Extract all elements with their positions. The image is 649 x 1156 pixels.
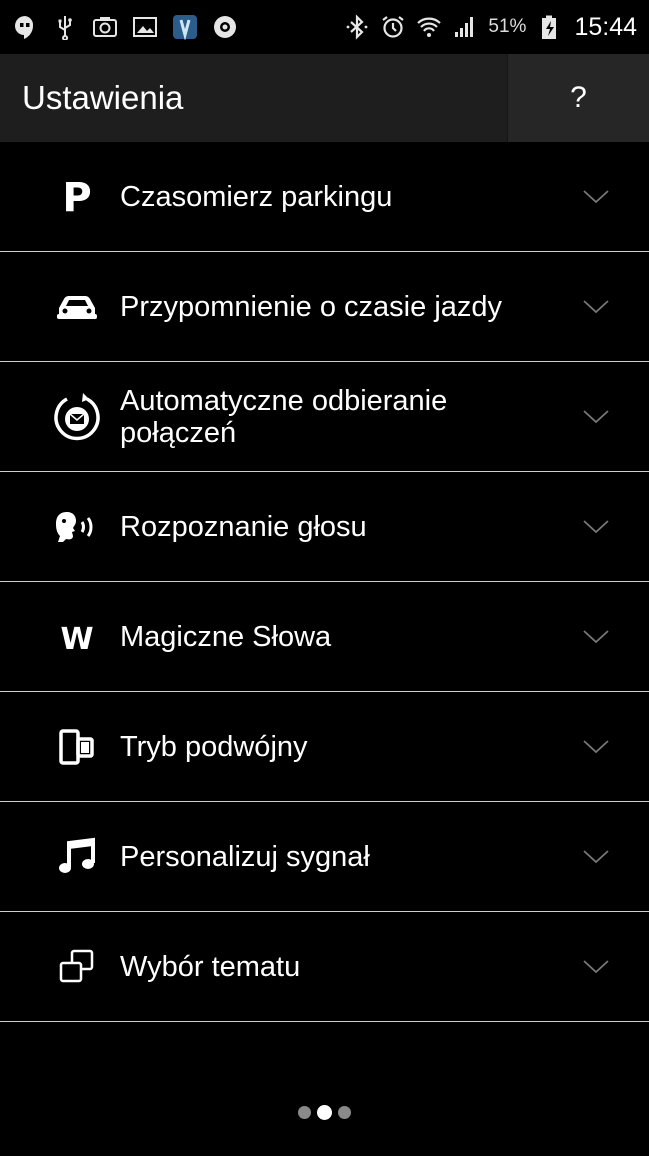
battery-charging-icon bbox=[536, 14, 562, 40]
parking-icon: P bbox=[47, 167, 107, 227]
page-title: Ustawienia bbox=[22, 79, 184, 116]
theme-icon bbox=[47, 937, 107, 997]
svg-text:W: W bbox=[60, 622, 93, 655]
page-indicator bbox=[0, 1105, 649, 1120]
chevron-down-icon bbox=[583, 409, 609, 423]
voice-recognition-icon bbox=[47, 497, 107, 557]
setting-label: Wybór tematu bbox=[120, 950, 301, 983]
chevron-down-icon bbox=[583, 519, 609, 533]
status-left-icons bbox=[12, 14, 344, 40]
setting-label: Czasomierz parkingu bbox=[120, 180, 393, 213]
setting-parking-timer[interactable]: P Czasomierz parkingu bbox=[0, 142, 649, 252]
settings-list: P Czasomierz parkingu Przypomnienie o cz… bbox=[0, 142, 649, 1022]
bluetooth-icon bbox=[344, 14, 370, 40]
setting-magic-words[interactable]: W Magiczne Słowa bbox=[0, 582, 649, 692]
setting-dual-mode[interactable]: Tryb podwójny bbox=[0, 692, 649, 802]
gallery-icon bbox=[132, 14, 158, 40]
page-dot-active[interactable] bbox=[317, 1105, 332, 1120]
setting-driving-reminder[interactable]: Przypomnienie o czasie jazdy bbox=[0, 252, 649, 362]
chevron-down-icon bbox=[583, 299, 609, 313]
wifi-icon bbox=[416, 14, 442, 40]
chevron-down-icon bbox=[583, 849, 609, 863]
chevron-down-icon bbox=[583, 739, 609, 753]
usb-icon bbox=[52, 14, 78, 40]
chevron-down-icon bbox=[583, 959, 609, 973]
setting-voice-recognition[interactable]: Rozpoznanie głosu bbox=[0, 472, 649, 582]
setting-auto-answer[interactable]: Automatyczne odbieranie połączeń bbox=[0, 362, 649, 472]
battery-percent: 51% bbox=[488, 16, 527, 37]
setting-label: Automatyczne odbieranie połączeń bbox=[120, 384, 448, 449]
app-bar: Ustawienia ? bbox=[0, 54, 649, 142]
setting-label: Magiczne Słowa bbox=[120, 620, 332, 653]
setting-label: Przypomnienie o czasie jazdy bbox=[120, 290, 503, 323]
car-icon bbox=[47, 277, 107, 337]
app-icon bbox=[172, 14, 198, 40]
magic-words-icon: W bbox=[47, 607, 107, 667]
music-note-icon bbox=[47, 827, 107, 887]
status-bar: 51% 15:44 bbox=[0, 0, 649, 54]
chevron-down-icon bbox=[583, 629, 609, 643]
help-button[interactable]: ? bbox=[507, 54, 649, 142]
setting-label: Rozpoznanie głosu bbox=[120, 510, 367, 543]
status-right-icons: 51% 15:44 bbox=[344, 13, 637, 42]
page-dot[interactable] bbox=[338, 1106, 351, 1119]
opera-icon bbox=[212, 14, 238, 40]
setting-label: Personalizuj sygnał bbox=[120, 840, 370, 873]
camera-icon bbox=[92, 14, 118, 40]
setting-theme-choice[interactable]: Wybór tematu bbox=[0, 912, 649, 1022]
dual-mode-icon bbox=[47, 717, 107, 777]
page-dot[interactable] bbox=[298, 1106, 311, 1119]
signal-icon bbox=[452, 14, 478, 40]
setting-label: Tryb podwójny bbox=[120, 730, 308, 763]
chevron-down-icon bbox=[583, 189, 609, 203]
auto-answer-icon bbox=[47, 387, 107, 447]
clock: 15:44 bbox=[574, 12, 637, 41]
setting-personalize-tone[interactable]: Personalizuj sygnał bbox=[0, 802, 649, 912]
svg-text:P: P bbox=[62, 177, 91, 217]
hangouts-icon bbox=[12, 14, 38, 40]
alarm-icon bbox=[380, 14, 406, 40]
